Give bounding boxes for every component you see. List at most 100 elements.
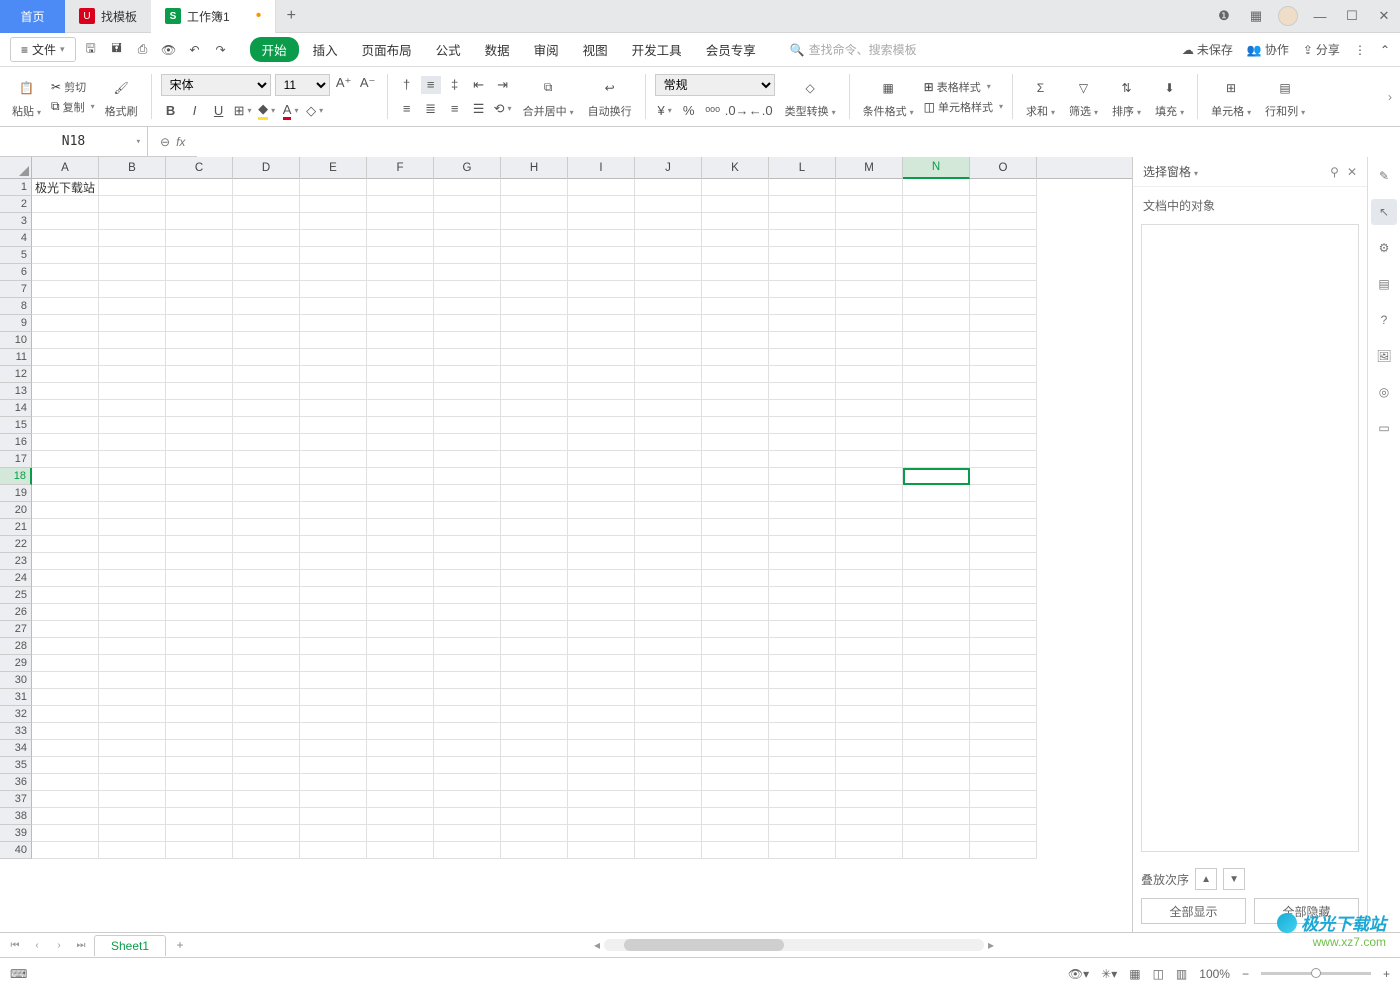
cell-J9[interactable] (635, 315, 702, 332)
cell-M5[interactable] (836, 247, 903, 264)
menu-formula[interactable]: 公式 (426, 36, 471, 63)
cell-F11[interactable] (367, 349, 434, 366)
cell-H21[interactable] (501, 519, 568, 536)
cell-B2[interactable] (99, 196, 166, 213)
increase-indent-icon[interactable]: ⇥ (493, 76, 513, 94)
row-header-23[interactable]: 23 (0, 553, 32, 570)
cell-G26[interactable] (434, 604, 501, 621)
cell-M18[interactable] (836, 468, 903, 485)
cell-I9[interactable] (568, 315, 635, 332)
cell-K2[interactable] (702, 196, 769, 213)
cell-B9[interactable] (99, 315, 166, 332)
cell-K40[interactable] (702, 842, 769, 859)
cell-F28[interactable] (367, 638, 434, 655)
cell-O19[interactable] (970, 485, 1037, 502)
cell-A14[interactable] (32, 400, 99, 417)
cell-C9[interactable] (166, 315, 233, 332)
cell-H12[interactable] (501, 366, 568, 383)
cell-A7[interactable] (32, 281, 99, 298)
cell-L32[interactable] (769, 706, 836, 723)
cells-btn[interactable]: ⊞单元格 (1207, 75, 1255, 119)
cell-G40[interactable] (434, 842, 501, 859)
cell-B4[interactable] (99, 230, 166, 247)
row-header-25[interactable]: 25 (0, 587, 32, 604)
cell-H20[interactable] (501, 502, 568, 519)
cell-A37[interactable] (32, 791, 99, 808)
cell-D40[interactable] (233, 842, 300, 859)
cell-J10[interactable] (635, 332, 702, 349)
cell-I3[interactable] (568, 213, 635, 230)
cell-I34[interactable] (568, 740, 635, 757)
cell-H6[interactable] (501, 264, 568, 281)
cell-N23[interactable] (903, 553, 970, 570)
cell-J12[interactable] (635, 366, 702, 383)
cell-D27[interactable] (233, 621, 300, 638)
cell-N21[interactable] (903, 519, 970, 536)
cell-M4[interactable] (836, 230, 903, 247)
cell-B15[interactable] (99, 417, 166, 434)
window-minimize[interactable]: — (1304, 0, 1336, 32)
cell-O28[interactable] (970, 638, 1037, 655)
cell-A4[interactable] (32, 230, 99, 247)
cell-H30[interactable] (501, 672, 568, 689)
cell-D18[interactable] (233, 468, 300, 485)
cell-O25[interactable] (970, 587, 1037, 604)
cell-N31[interactable] (903, 689, 970, 706)
cell-J39[interactable] (635, 825, 702, 842)
cell-I36[interactable] (568, 774, 635, 791)
cell-E5[interactable] (300, 247, 367, 264)
cell-G25[interactable] (434, 587, 501, 604)
cell-N19[interactable] (903, 485, 970, 502)
cell-E28[interactable] (300, 638, 367, 655)
cell-L25[interactable] (769, 587, 836, 604)
cell-I2[interactable] (568, 196, 635, 213)
cell-O15[interactable] (970, 417, 1037, 434)
cell-H17[interactable] (501, 451, 568, 468)
cell-I17[interactable] (568, 451, 635, 468)
cell-C33[interactable] (166, 723, 233, 740)
cell-M11[interactable] (836, 349, 903, 366)
cell-O33[interactable] (970, 723, 1037, 740)
cell-N22[interactable] (903, 536, 970, 553)
cell-F18[interactable] (367, 468, 434, 485)
cell-D30[interactable] (233, 672, 300, 689)
cell-L14[interactable] (769, 400, 836, 417)
cell-K6[interactable] (702, 264, 769, 281)
row-header-4[interactable]: 4 (0, 230, 32, 247)
cell-F32[interactable] (367, 706, 434, 723)
col-header-H[interactable]: H (501, 157, 568, 179)
cell-B30[interactable] (99, 672, 166, 689)
cell-K22[interactable] (702, 536, 769, 553)
align-bottom-icon[interactable]: ‡ (445, 76, 465, 94)
apps-grid-icon[interactable]: ▦ (1240, 0, 1272, 32)
cell-H23[interactable] (501, 553, 568, 570)
row-header-14[interactable]: 14 (0, 400, 32, 417)
cell-F10[interactable] (367, 332, 434, 349)
sidebar-location-icon[interactable]: ◎ (1371, 379, 1397, 405)
cell-I7[interactable] (568, 281, 635, 298)
cell-E9[interactable] (300, 315, 367, 332)
row-header-8[interactable]: 8 (0, 298, 32, 315)
cell-F25[interactable] (367, 587, 434, 604)
cell-B34[interactable] (99, 740, 166, 757)
cell-I19[interactable] (568, 485, 635, 502)
cell-A35[interactable] (32, 757, 99, 774)
orientation-icon[interactable]: ⟲ (493, 100, 513, 118)
cell-A15[interactable] (32, 417, 99, 434)
cell-E7[interactable] (300, 281, 367, 298)
percent-icon[interactable]: % (679, 102, 699, 120)
cell-L9[interactable] (769, 315, 836, 332)
cell-B35[interactable] (99, 757, 166, 774)
cell-I40[interactable] (568, 842, 635, 859)
cell-K9[interactable] (702, 315, 769, 332)
cell-K37[interactable] (702, 791, 769, 808)
cell-D36[interactable] (233, 774, 300, 791)
cell-O14[interactable] (970, 400, 1037, 417)
cell-M40[interactable] (836, 842, 903, 859)
cell-J24[interactable] (635, 570, 702, 587)
cell-D5[interactable] (233, 247, 300, 264)
cell-D16[interactable] (233, 434, 300, 451)
cell-C13[interactable] (166, 383, 233, 400)
cell-O5[interactable] (970, 247, 1037, 264)
cell-K4[interactable] (702, 230, 769, 247)
